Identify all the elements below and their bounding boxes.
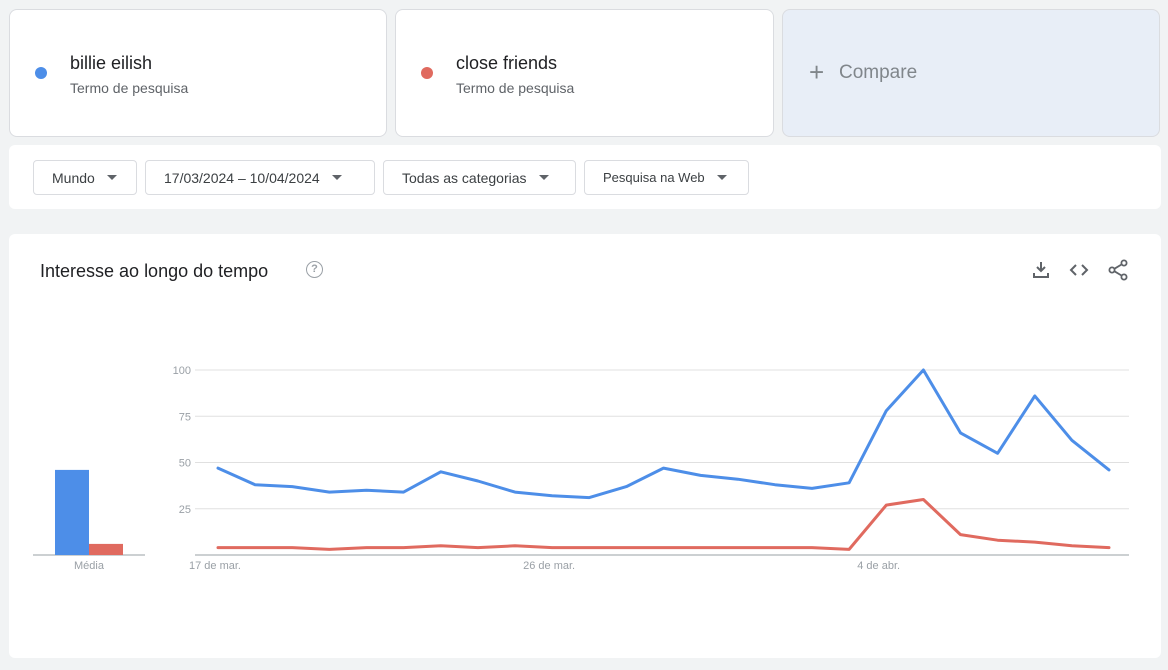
y-tick-label: 50 xyxy=(179,458,191,470)
term-card-billie-eilish[interactable]: billie eilish Termo de pesquisa xyxy=(9,9,387,137)
x-tick-label: 4 de abr. xyxy=(857,560,900,572)
term-color-dot xyxy=(421,67,433,79)
search-type-dropdown[interactable]: Pesquisa na Web xyxy=(584,160,749,195)
term-color-dot xyxy=(35,67,47,79)
filters-bar: Mundo 17/03/2024 – 10/04/2024 Todas as c… xyxy=(9,145,1161,209)
y-tick-label: 75 xyxy=(179,411,191,423)
interest-over-time-panel: Interesse ao longo do tempo ? 25 50 75 100 1… xyxy=(9,234,1161,658)
x-tick-label: 26 de mar. xyxy=(523,560,575,572)
term-subtitle: Termo de pesquisa xyxy=(456,80,575,96)
search-type-value: Pesquisa na Web xyxy=(603,170,705,185)
series-line-billie-eilish xyxy=(216,368,1111,500)
series-line-close-friends xyxy=(216,498,1111,551)
category-dropdown[interactable]: Todas as categorias xyxy=(383,160,576,195)
caret-down-icon xyxy=(538,175,549,180)
plus-icon: + xyxy=(809,57,825,87)
region-value: Mundo xyxy=(52,169,95,186)
date-range-value: 17/03/2024 – 10/04/2024 xyxy=(164,169,320,186)
y-tick-label: 100 xyxy=(173,365,191,377)
average-label: Média xyxy=(74,560,105,572)
category-value: Todas as categorias xyxy=(402,169,527,186)
compare-label: Compare xyxy=(839,62,918,83)
y-tick-label: 25 xyxy=(179,504,191,516)
compare-button[interactable]: + Compare xyxy=(782,9,1160,137)
caret-down-icon xyxy=(331,175,342,180)
term-name: billie eilish xyxy=(70,53,153,73)
interest-chart: 25 50 75 100 17 de mar. 26 de mar. 4 de abr. Mé… xyxy=(33,365,1129,572)
region-dropdown[interactable]: Mundo xyxy=(33,160,137,195)
caret-down-icon xyxy=(716,175,727,180)
term-subtitle: Termo de pesquisa xyxy=(70,80,189,96)
term-card-close-friends[interactable]: close friends Termo de pesquisa xyxy=(395,9,774,137)
average-bar-billie-eilish xyxy=(55,469,89,555)
caret-down-icon xyxy=(106,175,117,180)
date-range-dropdown[interactable]: 17/03/2024 – 10/04/2024 xyxy=(145,160,375,195)
term-name: close friends xyxy=(456,53,558,73)
average-bar-close-friends xyxy=(89,543,123,555)
x-tick-label: 17 de mar. xyxy=(189,560,241,572)
